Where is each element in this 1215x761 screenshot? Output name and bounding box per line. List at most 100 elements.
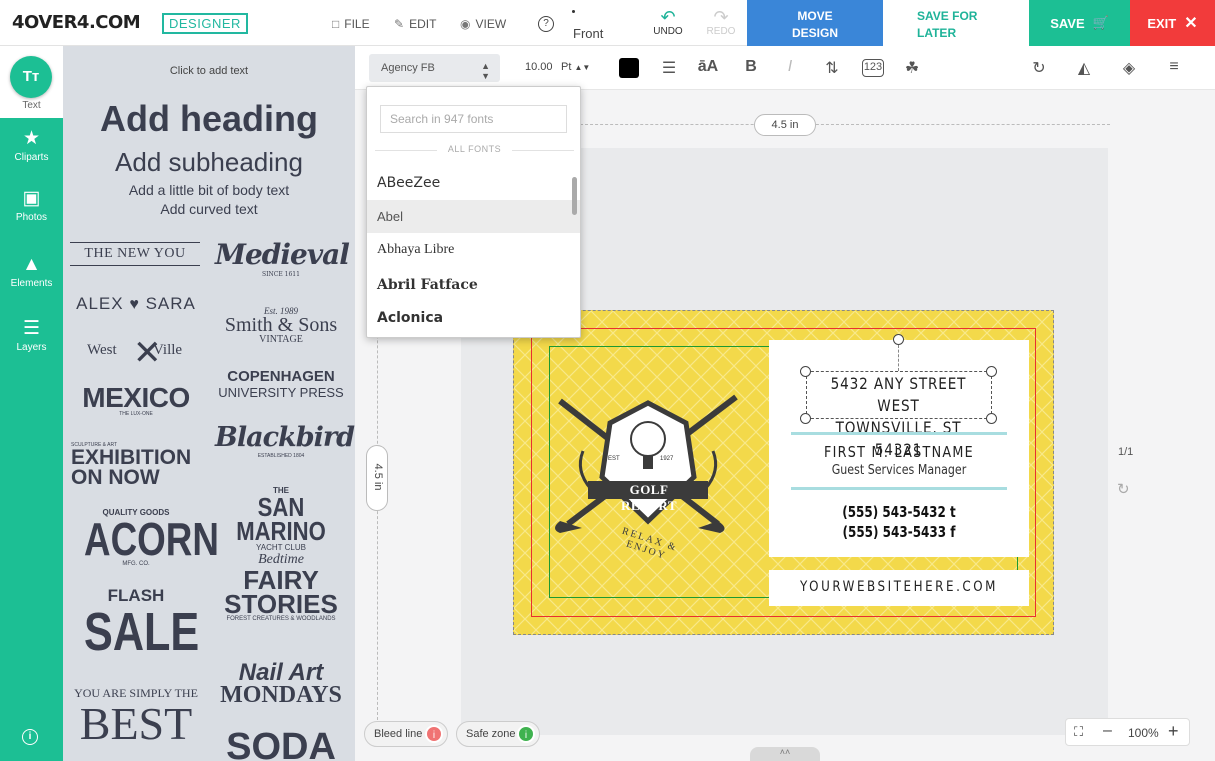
rail-item-elements[interactable]: ▲ Elements <box>0 254 63 289</box>
side-selector[interactable]: Front <box>573 26 603 41</box>
text-case-icon[interactable]: āA <box>697 58 719 76</box>
font-option[interactable]: Abel <box>367 200 580 233</box>
resize-handle-tl[interactable] <box>800 366 811 377</box>
opacity-drop-icon[interactable]: ◭ <box>1073 58 1095 78</box>
template-nail-art[interactable]: Nail Art MONDAYS <box>215 659 347 708</box>
file-menu-label: FILE <box>344 17 370 31</box>
fullscreen-icon[interactable]: ⛶ <box>1074 724 1083 740</box>
font-option[interactable]: Abril Fatface <box>367 268 580 301</box>
template-text: COPENHAGEN <box>227 368 335 385</box>
file-menu[interactable]: □ FILE <box>332 17 370 31</box>
font-family-select[interactable]: Agency FB ▲ ▼ <box>369 54 500 82</box>
card-title[interactable]: Guest Services Manager <box>806 463 991 478</box>
template-copenhagen[interactable]: COPENHAGEN UNIVERSITY PRESS <box>215 368 347 400</box>
refresh-icon[interactable]: ↻ <box>1117 480 1130 498</box>
font-option[interactable]: Aclonica <box>367 301 580 334</box>
edit-menu[interactable]: ✎ EDIT <box>394 17 436 31</box>
safe-zone-toggle[interactable]: Safe zone i <box>456 721 540 747</box>
help-icon[interactable]: ? <box>538 16 554 32</box>
font-search-input[interactable]: Search in 947 fonts <box>380 105 567 133</box>
add-subheading-button[interactable]: Add subheading <box>63 147 355 178</box>
template-medieval[interactable]: Medieval SINCE 1611 <box>215 238 350 278</box>
card-website[interactable]: YOURWEBSITEHERE.COM <box>794 579 1005 595</box>
card-fax[interactable]: (555) 543-5433 f <box>812 523 986 541</box>
template-flash-sale[interactable]: FLASH SALE <box>71 586 201 659</box>
template-acorn[interactable]: QUALITY GOODS ACORN MFG. CO. <box>71 508 219 567</box>
paint-bucket-icon[interactable]: ☘ <box>901 58 923 78</box>
rotate-handle[interactable] <box>893 334 904 345</box>
card-phone[interactable]: (555) 543-5432 t <box>812 503 986 521</box>
template-alex-sara[interactable]: ALEX ♥ SARA <box>70 294 202 314</box>
resize-handle-br[interactable] <box>986 413 997 424</box>
height-measure-label: 4.5 in <box>372 463 384 491</box>
font-option[interactable]: ABeeZee <box>367 166 580 199</box>
eye-icon: ◉ <box>460 17 471 31</box>
template-simply-best[interactable]: YOU ARE SIMPLY THE BEST <box>69 686 203 747</box>
info-icon[interactable]: i <box>22 729 38 745</box>
divider-line <box>791 487 1007 490</box>
rail-item-text[interactable]: Tт Text <box>0 46 63 118</box>
resize-handle-bl[interactable] <box>800 413 811 424</box>
add-curved-text-button[interactable]: Add curved text <box>63 201 355 217</box>
rail-item-photos-label: Photos <box>15 212 48 223</box>
resize-handle-tr[interactable] <box>986 366 997 377</box>
rail-item-photos[interactable]: ▣ Photos <box>0 188 63 223</box>
template-text: EXHIBITION <box>71 446 192 469</box>
adjust-sliders-icon[interactable]: ≡ <box>1163 58 1185 76</box>
close-icon: ✕ <box>1184 15 1198 32</box>
bleed-line-toggle[interactable]: Bleed line i <box>364 721 448 747</box>
move-design-button[interactable]: MOVE DESIGN <box>747 0 883 46</box>
font-unit-select[interactable]: Pt ▲▼ <box>561 61 590 73</box>
exit-button[interactable]: EXIT ✕ <box>1130 0 1215 46</box>
chevron-updown-icon: ▲▼ <box>481 61 490 81</box>
text-color-swatch[interactable] <box>619 58 639 78</box>
divider-line <box>791 432 1007 435</box>
template-blackbird[interactable]: Blackbird ESTABLISHED 1804 <box>215 422 355 459</box>
scrollbar-thumb[interactable] <box>572 177 577 215</box>
line-height-icon[interactable]: ⇅ <box>821 58 843 78</box>
add-heading-button[interactable]: Add heading <box>63 98 355 140</box>
rail-item-cliparts[interactable]: ★ Cliparts <box>0 128 63 163</box>
layers-icon: ☰ <box>22 318 41 339</box>
template-west-ville[interactable]: West ✕ Ville <box>83 335 189 380</box>
letter-spacing-icon[interactable]: 123 <box>862 59 884 77</box>
template-san-marino[interactable]: THE SAN MARINO YACHT CLUB <box>215 486 347 552</box>
template-mexico[interactable]: MEXICO THE LUX-ONE <box>71 382 201 417</box>
undo-button[interactable]: ↶ UNDO <box>652 8 684 37</box>
save-button[interactable]: SAVE 🛒 <box>1029 0 1130 46</box>
template-smith-sons[interactable]: Est. 1989 Smith & Sons VINTAGE <box>215 306 347 345</box>
logo[interactable]: 4OVER4.COM <box>12 12 141 33</box>
save-for-later-button[interactable]: SAVE FOR LATER <box>883 0 1029 46</box>
italic-icon[interactable]: I <box>779 58 801 76</box>
view-menu[interactable]: ◉ VIEW <box>460 17 506 31</box>
template-the-new-you[interactable]: THE NEW YOU <box>70 242 200 266</box>
card-name[interactable]: FIRST M. LASTNAME <box>806 443 991 461</box>
template-soda[interactable]: SODA <box>215 726 347 761</box>
font-option[interactable]: Abhaya Libre <box>367 233 580 266</box>
zoom-in-button[interactable]: + <box>1168 721 1179 742</box>
move-design-label-2: DESIGN <box>791 26 838 40</box>
bold-icon[interactable]: B <box>740 58 762 76</box>
template-text: ACORN <box>84 513 219 565</box>
align-center-icon[interactable]: ☰ <box>658 58 680 78</box>
rotate-icon[interactable]: ↻ <box>1028 58 1050 78</box>
pencil-icon: ✎ <box>394 17 405 31</box>
rail-item-layers[interactable]: ☰ Layers <box>0 318 63 353</box>
template-exhibition[interactable]: SCULPTURE & ART EXHIBITION ON NOW <box>71 442 201 488</box>
template-text: MEXICO <box>82 382 190 413</box>
heart-icon: ♥ <box>129 296 140 313</box>
designer-badge: DESIGNER <box>162 13 248 34</box>
text-toolbar: Agency FB ▲ ▼ 10.00 Pt ▲▼ ☰ āA B I ⇅ 123 … <box>355 46 1215 90</box>
rail-item-text-label: Text <box>22 100 41 111</box>
template-fairy-stories[interactable]: Bedtime FAIRY STORIES FOREST CREATURES &… <box>215 552 347 622</box>
redo-button[interactable]: ↷ REDO <box>705 8 737 37</box>
layers-icon[interactable]: ◈ <box>1118 58 1140 78</box>
template-text: Nail Art <box>238 659 324 686</box>
zoom-value: 100% <box>1128 726 1159 740</box>
add-body-text-button[interactable]: Add a little bit of body text <box>63 182 355 198</box>
collapse-handle[interactable]: ˄˄ <box>750 747 820 761</box>
font-size-input[interactable]: 10.00 <box>525 61 553 73</box>
bleed-line-label: Bleed line <box>374 728 423 740</box>
zoom-out-button[interactable]: – <box>1103 722 1112 740</box>
template-text: SODA <box>226 726 336 761</box>
